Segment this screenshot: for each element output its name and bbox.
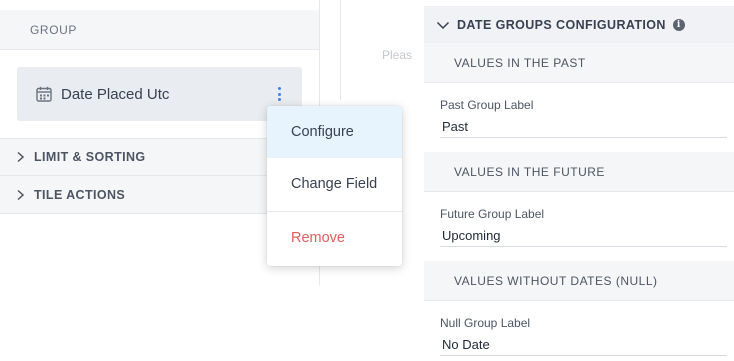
menu-item-label: Change Field (291, 176, 378, 192)
truncated-placeholder-text: Pleas (382, 48, 413, 62)
menu-item-label: Configure (291, 124, 354, 140)
field-context-menu: Configure Change Field Remove (267, 106, 402, 266)
section-limit-sorting-label: LIMIT & SORTING (34, 150, 146, 164)
calendar-icon (35, 85, 53, 103)
date-groups-config-title: DATE GROUPS CONFIGURATION (457, 17, 666, 32)
menu-item-configure[interactable]: Configure (267, 106, 402, 158)
group-section-header: GROUP (0, 10, 320, 50)
group-header-label: GROUP (30, 22, 78, 37)
app-root: GROUP Date Placed Utc LIMIT & SORTING TI… (0, 0, 734, 361)
past-group-label-field: Past Group Label (440, 98, 727, 138)
chevron-right-icon (14, 151, 26, 163)
null-group-label-input[interactable] (440, 334, 727, 356)
past-group-label-caption: Past Group Label (440, 98, 534, 112)
null-group-label-field: Null Group Label (440, 316, 727, 356)
section-tile-actions-label: TILE ACTIONS (34, 187, 126, 202)
date-groups-config-header[interactable]: DATE GROUPS CONFIGURATION i (424, 6, 734, 43)
menu-item-change-field[interactable]: Change Field (267, 158, 402, 210)
future-group-label-input[interactable] (440, 225, 727, 247)
null-group-label-caption: Null Group Label (440, 316, 531, 330)
past-group-label-input[interactable] (440, 116, 727, 138)
menu-item-remove[interactable]: Remove (267, 212, 402, 264)
group-field-chip[interactable]: Date Placed Utc (17, 67, 302, 121)
panel-divider (340, 0, 341, 100)
past-values-heading-label: VALUES IN THE PAST (454, 55, 586, 70)
info-icon[interactable]: i (672, 18, 685, 31)
future-group-label-caption: Future Group Label (440, 207, 545, 221)
future-values-heading-label: VALUES IN THE FUTURE (454, 164, 605, 179)
menu-item-label: Remove (291, 230, 345, 246)
null-values-heading: VALUES WITHOUT DATES (NULL) (424, 261, 734, 301)
chevron-right-icon (14, 189, 26, 201)
chevron-down-icon (436, 18, 450, 32)
group-field-label: Date Placed Utc (61, 85, 170, 103)
null-values-heading-label: VALUES WITHOUT DATES (NULL) (454, 273, 658, 288)
past-values-heading: VALUES IN THE PAST (424, 43, 734, 83)
more-options-icon[interactable] (274, 85, 284, 103)
date-groups-config-panel: DATE GROUPS CONFIGURATION i VALUES IN TH… (424, 6, 734, 361)
future-group-label-field: Future Group Label (440, 207, 727, 247)
future-values-heading: VALUES IN THE FUTURE (424, 152, 734, 192)
